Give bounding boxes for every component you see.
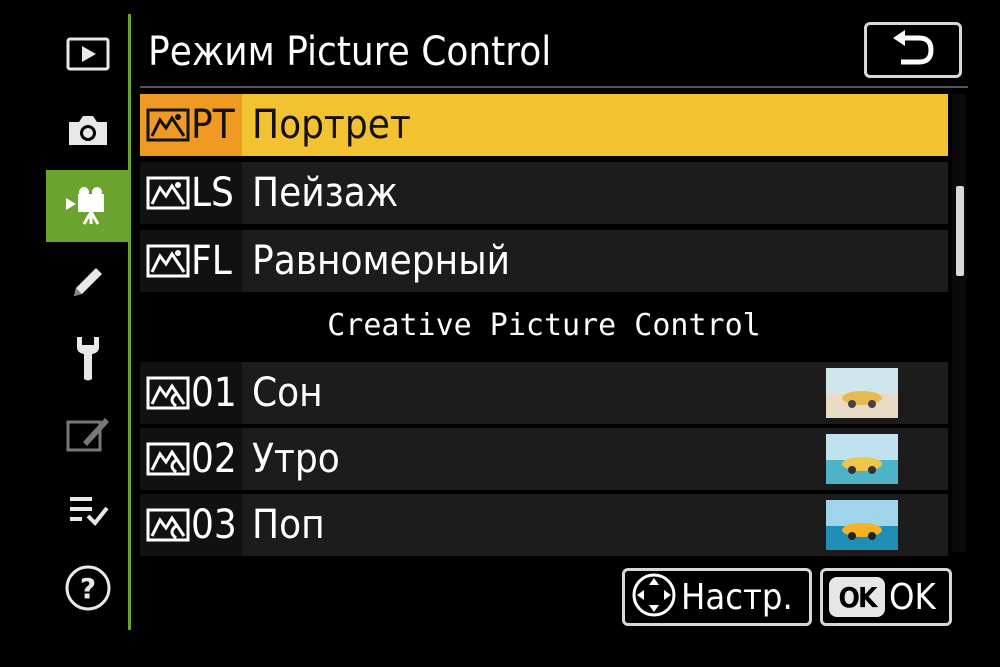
sidebar-item-my-menu[interactable] [46, 474, 130, 546]
list-item-creative-02[interactable]: 02 Утро [140, 428, 948, 490]
list-item-creative-03[interactable]: 03 Поп [140, 494, 948, 556]
list-item-portrait[interactable]: PT Портрет [140, 94, 948, 156]
help-icon: ? [63, 563, 113, 613]
my-menu-icon [66, 492, 110, 528]
list-item-flat[interactable]: FL Равномерный [140, 230, 948, 292]
picture-control-code: PT [140, 94, 242, 156]
picture-control-code: 02 [140, 428, 242, 490]
list-item-label: Утро [252, 436, 340, 482]
list-item-landscape[interactable]: LS Пейзаж [140, 162, 948, 224]
preview-thumbnail [826, 434, 898, 484]
svg-text:?: ? [80, 572, 96, 605]
sidebar-item-movie-shooting[interactable] [46, 170, 130, 242]
sidebar-item-retouch[interactable] [46, 398, 130, 470]
code-label: 02 [191, 436, 237, 482]
pencil-icon [66, 260, 110, 304]
code-label: FL [191, 238, 232, 284]
ok-key-icon: OK [829, 577, 885, 617]
adjust-button[interactable]: Настр. [622, 568, 812, 626]
section-header-creative: Creative Picture Control [327, 308, 761, 343]
wrench-icon [73, 333, 103, 383]
menu-sidebar: ? [0, 0, 131, 667]
sidebar-item-photo-shooting[interactable] [46, 94, 130, 166]
list-item-label: Портрет [252, 102, 411, 148]
sidebar-item-playback[interactable] [46, 18, 130, 90]
page-title: Режим Picture Control [148, 29, 552, 75]
retouch-icon [65, 414, 111, 454]
multi-selector-icon [631, 572, 677, 622]
picture-control-code: 03 [140, 494, 242, 556]
preview-thumbnail [826, 500, 898, 550]
code-label: 01 [191, 370, 237, 416]
code-label: LS [191, 170, 234, 216]
picture-control-code: 01 [140, 362, 242, 424]
ok-button-label: OK [889, 576, 936, 618]
scrollbar-thumb[interactable] [956, 186, 964, 276]
picture-control-code: FL [140, 230, 242, 292]
list-item-label: Сон [252, 370, 323, 416]
code-label: PT [191, 102, 235, 148]
picture-control-code: LS [140, 162, 242, 224]
sidebar-item-setup[interactable] [46, 322, 130, 394]
sidebar-item-custom-settings[interactable] [46, 246, 130, 318]
list-item-creative-01[interactable]: 01 Сон [140, 362, 948, 424]
list-item-label: Пейзаж [252, 170, 399, 216]
adjust-button-label: Настр. [681, 576, 793, 618]
back-button[interactable] [864, 22, 962, 78]
header-divider [140, 86, 968, 88]
sidebar-item-help[interactable]: ? [46, 552, 130, 624]
list-item-label: Равномерный [252, 238, 510, 284]
ok-button[interactable]: OK OK [820, 568, 952, 626]
preview-thumbnail [826, 368, 898, 418]
playback-icon [66, 37, 110, 71]
return-arrow-icon [889, 30, 937, 70]
movie-camera-icon [64, 186, 112, 226]
camera-icon [65, 112, 111, 148]
scrollbar-track[interactable] [952, 94, 966, 552]
code-label: 03 [191, 502, 237, 548]
list-item-label: Поп [252, 502, 325, 548]
